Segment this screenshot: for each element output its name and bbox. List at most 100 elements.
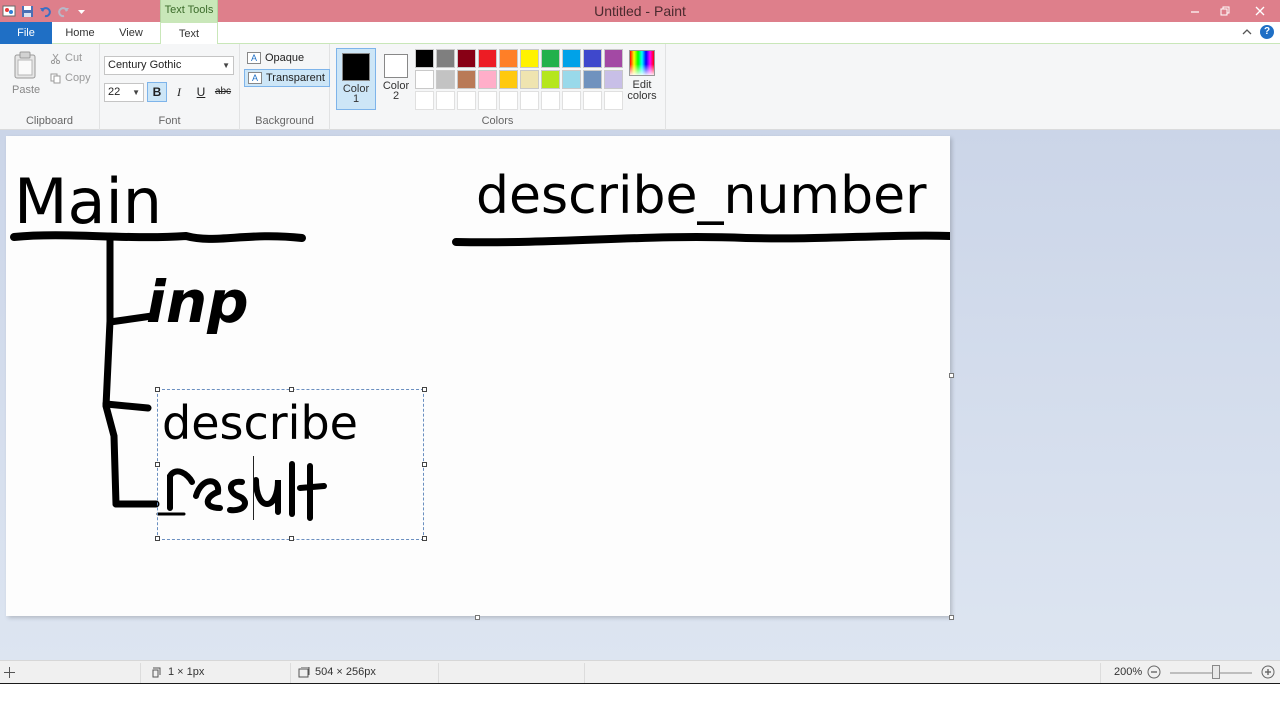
resize-handle-s[interactable] (289, 536, 294, 541)
tab-text[interactable]: Text (160, 22, 218, 45)
edit-colors-button[interactable]: Edit colors (622, 48, 662, 102)
color2-button[interactable]: Color 2 (376, 48, 416, 110)
paste-icon[interactable] (13, 51, 37, 79)
palette-color-swatch[interactable] (520, 91, 539, 110)
transparent-icon: A (248, 72, 262, 84)
save-icon[interactable] (20, 4, 34, 18)
palette-color-swatch[interactable] (436, 70, 455, 89)
palette-color-swatch[interactable] (541, 70, 560, 89)
palette-color-swatch[interactable] (499, 49, 518, 68)
palette-color-swatch[interactable] (604, 49, 623, 68)
opaque-button[interactable]: A Opaque (244, 49, 308, 67)
minimize-ribbon-icon[interactable] (1242, 27, 1252, 37)
resize-handle-sw[interactable] (155, 536, 160, 541)
palette-color-swatch[interactable] (604, 70, 623, 89)
canvas-resize-handle-corner[interactable] (949, 615, 954, 620)
status-separator (290, 663, 291, 683)
canvas-resize-handle-right[interactable] (949, 373, 954, 378)
palette-color-swatch[interactable] (457, 49, 476, 68)
color1-swatch (342, 53, 370, 81)
zoom-out-icon[interactable] (1147, 665, 1161, 679)
copy-label: Copy (65, 72, 91, 84)
cut-label: Cut (65, 52, 83, 64)
customize-qat-icon[interactable] (74, 4, 88, 18)
canvas-resize-handle-bottom[interactable] (475, 615, 480, 620)
help-icon[interactable]: ? (1260, 25, 1274, 39)
transparent-label: Transparent (266, 72, 325, 84)
ribbon: Paste Cut Copy Clipboard Font Century Go… (0, 44, 1280, 130)
close-button[interactable] (1240, 0, 1280, 22)
strikethrough-button[interactable]: abc (213, 82, 233, 102)
palette-color-swatch[interactable] (457, 70, 476, 89)
opaque-icon: A (247, 52, 261, 64)
quick-access-toolbar (0, 2, 88, 20)
palette-color-swatch[interactable] (520, 49, 539, 68)
palette-color-swatch[interactable] (562, 49, 581, 68)
palette-color-swatch[interactable] (457, 91, 476, 110)
font-group-label: Font (158, 115, 181, 127)
tab-home[interactable]: Home (62, 22, 98, 44)
palette-color-swatch[interactable] (541, 91, 560, 110)
resize-handle-n[interactable] (289, 387, 294, 392)
status-separator (438, 663, 439, 683)
paste-button[interactable]: Paste (12, 84, 40, 96)
resize-handle-e[interactable] (422, 462, 427, 467)
tab-view[interactable]: View (112, 22, 150, 44)
clipboard-group: Paste Cut Copy Clipboard (0, 44, 100, 130)
palette-color-swatch[interactable] (583, 70, 602, 89)
palette-color-swatch[interactable] (541, 49, 560, 68)
color1-button[interactable]: Color 1 (336, 48, 376, 110)
zoom-in-icon[interactable] (1261, 665, 1275, 679)
redo-icon[interactable] (56, 4, 70, 18)
palette-color-swatch[interactable] (583, 91, 602, 110)
resize-handle-w[interactable] (155, 462, 160, 467)
selection-size-icon (152, 667, 161, 677)
ribbon-tab-row: File Home View Text ? (0, 22, 1280, 45)
tab-file[interactable]: File (0, 22, 52, 44)
font-size-select[interactable]: 22 ▼ (104, 83, 144, 102)
copy-button[interactable]: Copy (50, 72, 91, 84)
minimize-button[interactable] (1180, 0, 1210, 22)
cursor-size-indicator: 1 × 1px (152, 661, 204, 683)
color-palette (414, 48, 624, 111)
font-family-select[interactable]: Century Gothic ▼ (104, 56, 234, 75)
cut-button[interactable]: Cut (50, 52, 82, 64)
palette-color-swatch[interactable] (478, 91, 497, 110)
describe-text[interactable]: describe (162, 396, 358, 450)
palette-color-swatch[interactable] (562, 91, 581, 110)
copy-icon (50, 73, 61, 83)
scissors-icon (50, 53, 61, 64)
zoom-slider-track[interactable] (1170, 672, 1252, 674)
paint-app-icon[interactable] (2, 4, 16, 18)
resize-handle-ne[interactable] (422, 387, 427, 392)
palette-color-swatch[interactable] (415, 91, 434, 110)
undo-icon[interactable] (38, 4, 52, 18)
palette-color-swatch[interactable] (604, 91, 623, 110)
restore-button[interactable] (1210, 0, 1240, 22)
palette-color-swatch[interactable] (499, 70, 518, 89)
transparent-button[interactable]: A Transparent (244, 69, 330, 87)
palette-color-swatch[interactable] (520, 70, 539, 89)
palette-color-swatch[interactable] (562, 70, 581, 89)
drawing-canvas[interactable]: Main inp describe_number describe (6, 136, 950, 616)
palette-color-swatch[interactable] (436, 91, 455, 110)
colors-group-label: Colors (481, 115, 514, 127)
paint-window: Text Tools Untitled - Paint File Home Vi… (0, 0, 1280, 720)
resize-handle-nw[interactable] (155, 387, 160, 392)
text-selection-box[interactable]: describe (155, 387, 427, 541)
palette-color-swatch[interactable] (415, 70, 434, 89)
font-family-value: Century Gothic (108, 59, 182, 71)
palette-color-swatch[interactable] (415, 49, 434, 68)
italic-button[interactable]: I (169, 82, 189, 102)
zoom-slider-thumb[interactable] (1212, 665, 1220, 679)
resize-handle-se[interactable] (422, 536, 427, 541)
bold-button[interactable]: B (147, 82, 167, 102)
palette-color-swatch[interactable] (478, 70, 497, 89)
underline-button[interactable]: U (191, 82, 211, 102)
color2-swatch (384, 54, 408, 78)
palette-color-swatch[interactable] (499, 91, 518, 110)
status-bar: 1 × 1px 504 × 256px 200% (0, 660, 1280, 684)
palette-color-swatch[interactable] (478, 49, 497, 68)
palette-color-swatch[interactable] (436, 49, 455, 68)
palette-color-swatch[interactable] (583, 49, 602, 68)
